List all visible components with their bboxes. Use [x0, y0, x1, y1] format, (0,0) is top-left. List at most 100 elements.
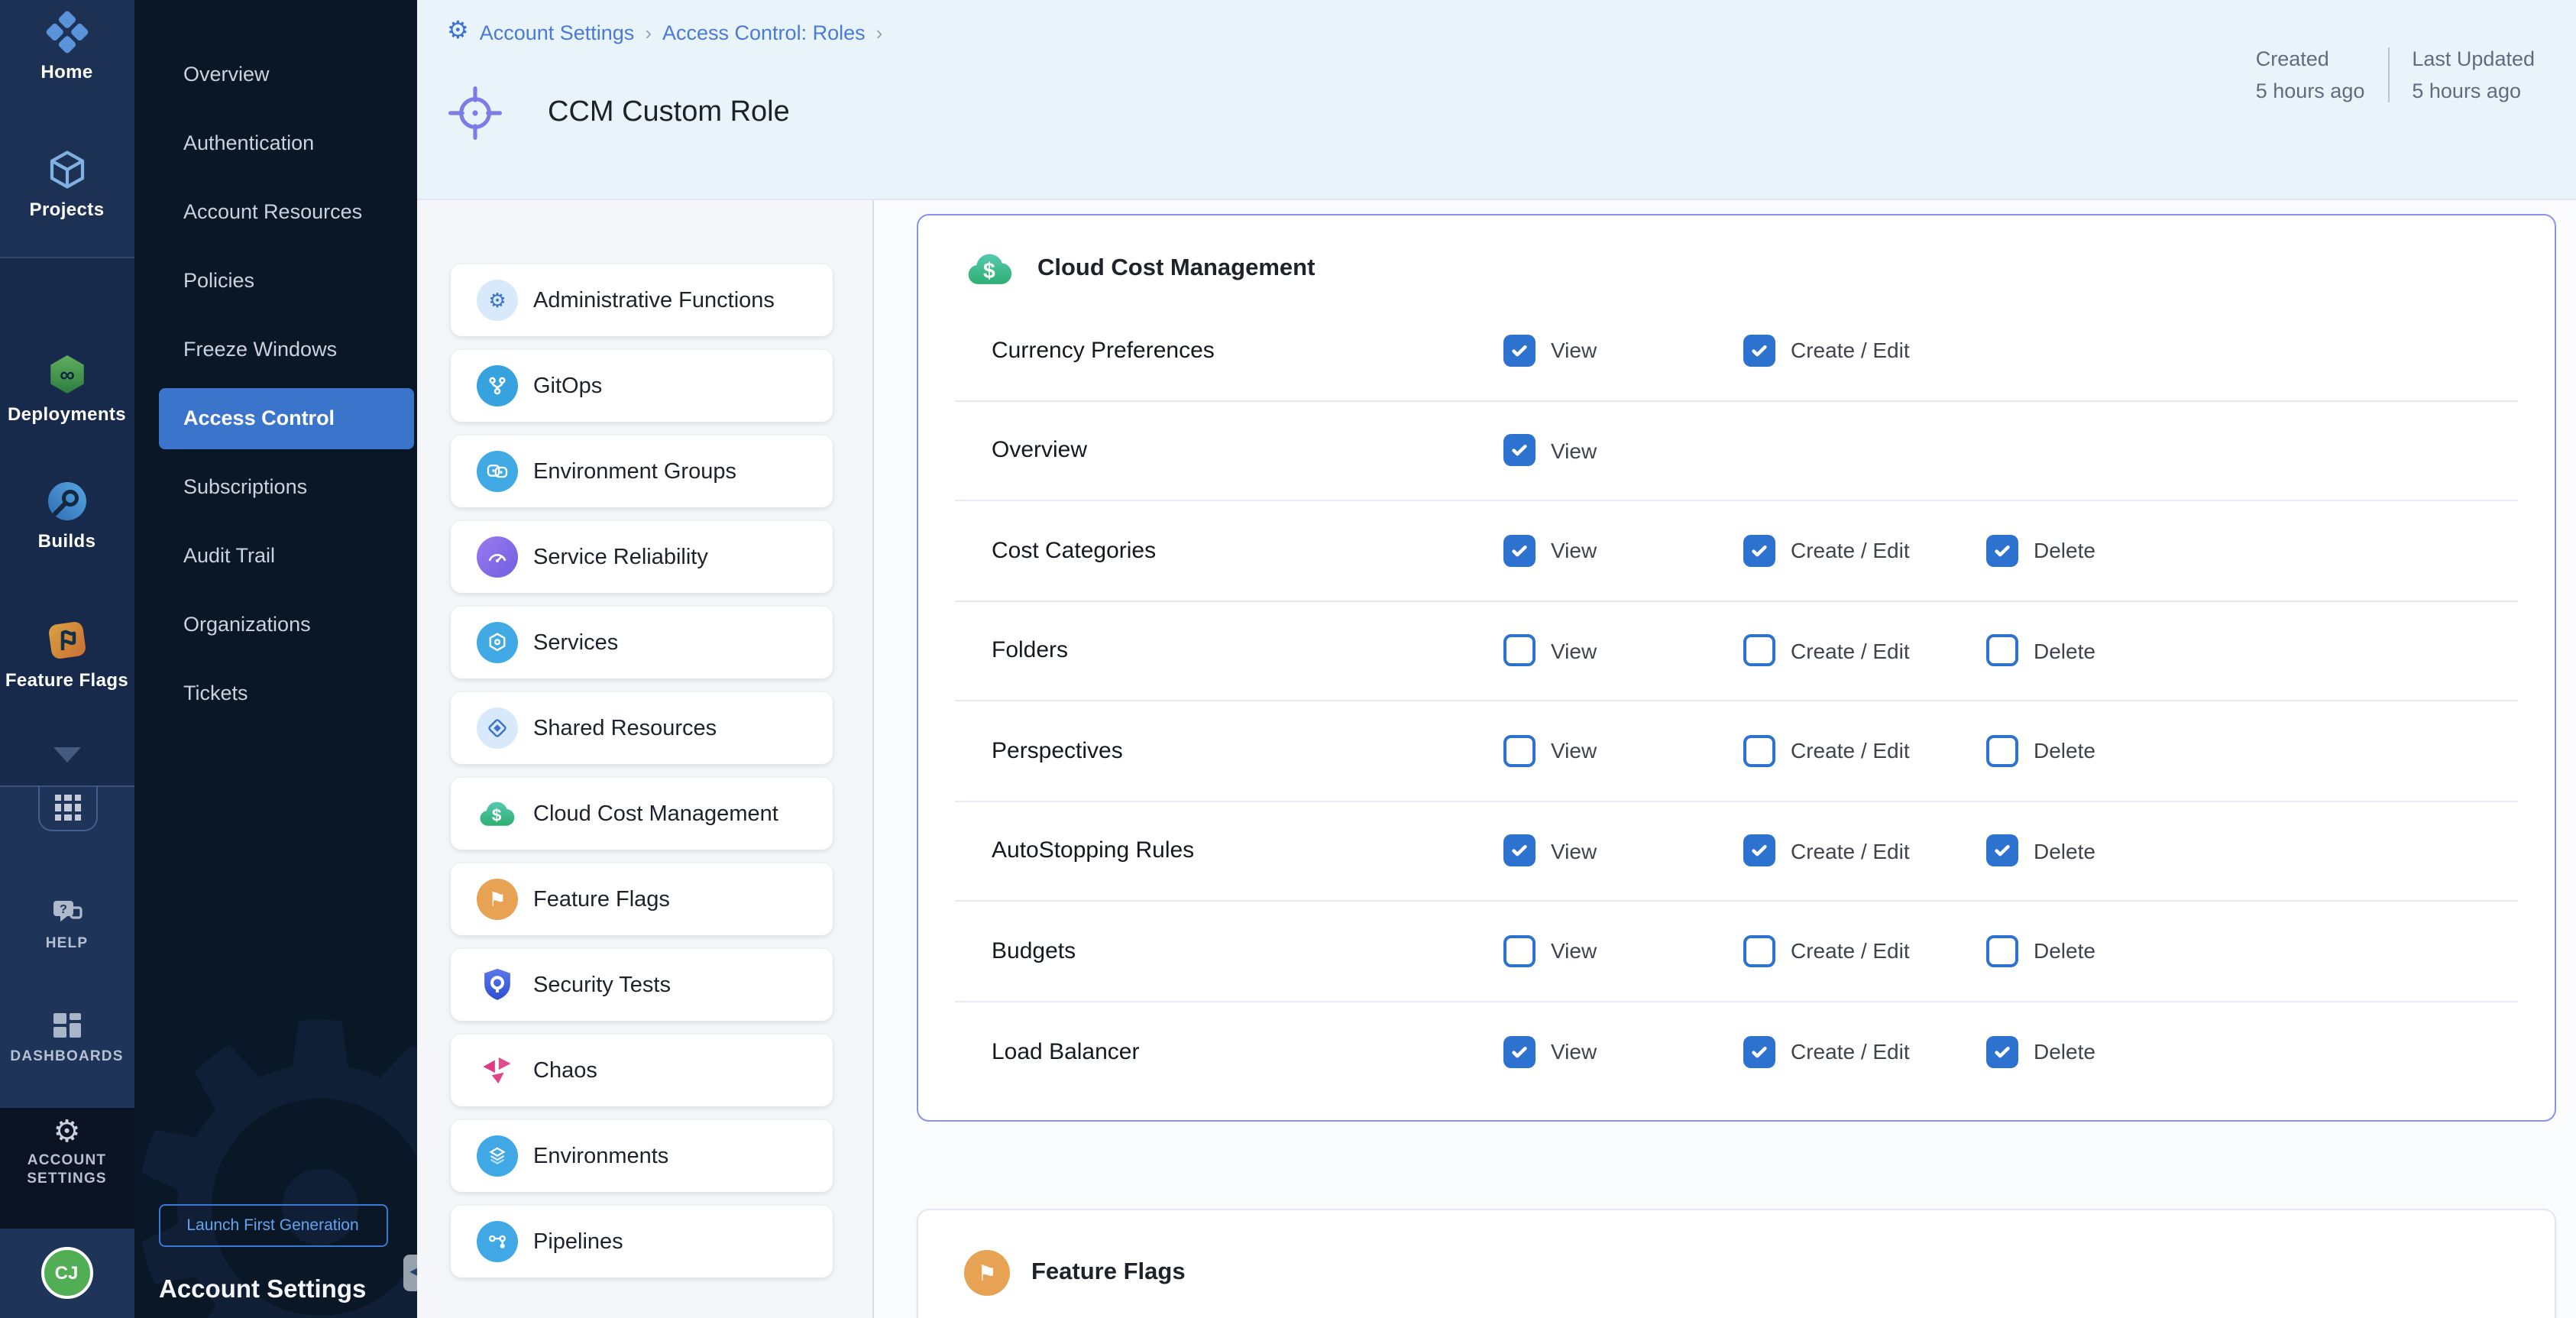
nav-label: DASHBOARDS	[10, 1048, 123, 1067]
module-item-environments[interactable]: Environments	[451, 1120, 833, 1192]
sidebar-item-access-control[interactable]: Access Control	[158, 387, 413, 449]
sidebar-item-freeze-windows[interactable]: Freeze Windows	[134, 315, 416, 384]
module-item-envgroups[interactable]: Environment Groups	[451, 436, 833, 507]
servicerel-icon	[477, 536, 518, 578]
sidebar-item-organizations[interactable]: Organizations	[134, 590, 416, 659]
breadcrumb-access-control-roles[interactable]: Access Control: Roles	[662, 21, 866, 44]
delete-cell: Delete	[1986, 935, 2518, 967]
nav-dashboards[interactable]: DASHBOARDS	[0, 1007, 134, 1067]
nav-account-settings[interactable]: ⚙ ACCOUNTSETTINGS	[0, 1117, 134, 1189]
apps-grid-button[interactable]	[38, 785, 98, 831]
title-row: CCM Custom Role	[445, 76, 790, 149]
admin-icon: ⚙	[477, 280, 518, 321]
create-checkbox[interactable]	[1743, 335, 1775, 367]
updated-label: Last Updated	[2412, 47, 2535, 70]
view-checkbox[interactable]	[1503, 835, 1536, 867]
view-checkbox[interactable]	[1503, 535, 1536, 567]
sidebar-item-authentication[interactable]: Authentication	[134, 108, 416, 177]
nav-deployments[interactable]: ∞Deployments	[0, 351, 134, 425]
module-item-ccm[interactable]: $Cloud Cost Management	[451, 778, 833, 850]
create-checkbox[interactable]	[1743, 635, 1775, 667]
svg-text:$: $	[492, 805, 502, 824]
permission-row: Cost CategoriesViewCreate / EditDelete	[955, 501, 2518, 601]
module-label: Environments	[533, 1144, 668, 1168]
view-cell: View	[1503, 635, 1743, 667]
sidebar-item-subscriptions[interactable]: Subscriptions	[134, 452, 416, 521]
gitops-icon	[477, 365, 518, 406]
view-checkbox[interactable]	[1503, 935, 1536, 967]
module-item-services[interactable]: Services	[451, 607, 833, 678]
create-checkbox[interactable]	[1743, 535, 1775, 567]
module-item-gitops[interactable]: GitOps	[451, 350, 833, 422]
nav-projects[interactable]: Projects	[0, 147, 134, 220]
feature-flags-card: ⚑ Feature Flags	[917, 1209, 2556, 1318]
dashboards-icon	[49, 1007, 86, 1044]
projects-icon	[44, 147, 90, 193]
module-item-servicerel[interactable]: Service Reliability	[451, 521, 833, 593]
checkbox-label: Create / Edit	[1791, 639, 1910, 663]
sidebar-item-tickets[interactable]: Tickets	[134, 659, 416, 727]
card-title: Cloud Cost Management	[1037, 255, 1315, 283]
module-item-admin[interactable]: ⚙Administrative Functions	[451, 264, 833, 336]
sidebar-item-audit-trail[interactable]: Audit Trail	[134, 521, 416, 590]
create-checkbox[interactable]	[1743, 835, 1775, 867]
breadcrumb-account-settings[interactable]: Account Settings	[480, 21, 635, 44]
sidebar-item-policies[interactable]: Policies	[134, 246, 416, 315]
view-checkbox[interactable]	[1503, 1036, 1536, 1068]
module-item-security[interactable]: Security Tests	[451, 949, 833, 1021]
delete-permission: Delete	[1986, 1036, 2518, 1068]
checkbox-label: Create / Edit	[1791, 839, 1910, 863]
nav-home[interactable]: Home	[0, 9, 134, 83]
permission-row: AutoStopping RulesViewCreate / EditDelet…	[955, 801, 2518, 902]
permissions-panel: $ Cloud Cost Management Currency Prefere…	[874, 200, 2576, 1318]
module-label: Security Tests	[533, 973, 671, 997]
delete-permission: Delete	[1986, 935, 2518, 967]
settings-sidebar: ⚙ OverviewAuthenticationAccount Resource…	[134, 0, 416, 1318]
create-checkbox[interactable]	[1743, 1036, 1775, 1068]
create-checkbox[interactable]	[1743, 735, 1775, 767]
create-permission: Create / Edit	[1743, 735, 1986, 767]
view-cell: View	[1503, 435, 1743, 467]
module-item-ffmod[interactable]: ⚑Feature Flags	[451, 863, 833, 935]
delete-checkbox[interactable]	[1986, 1036, 2018, 1068]
gear-watermark-icon: ⚙	[134, 959, 416, 1318]
delete-checkbox[interactable]	[1986, 635, 2018, 667]
security-icon	[477, 964, 518, 1006]
delete-cell: Delete	[1986, 835, 2518, 867]
delete-checkbox[interactable]	[1986, 535, 2018, 567]
checkbox-label: View	[1551, 739, 1597, 763]
sidebar-item-overview[interactable]: Overview	[134, 40, 416, 108]
delete-cell: Delete	[1986, 735, 2518, 767]
permission-row: FoldersViewCreate / EditDelete	[955, 601, 2518, 701]
module-label: Feature Flags	[533, 887, 670, 912]
nav-builds[interactable]: Builds	[0, 478, 134, 552]
module-item-chaos[interactable]: Chaos	[451, 1035, 833, 1106]
module-item-shared[interactable]: Shared Resources	[451, 692, 833, 764]
create-checkbox[interactable]	[1743, 935, 1775, 967]
view-checkbox[interactable]	[1503, 635, 1536, 667]
nav-label: Feature Flags	[5, 669, 128, 691]
create-permission: Create / Edit	[1743, 335, 1986, 367]
module-chevron-button[interactable]	[0, 747, 134, 763]
view-checkbox[interactable]	[1503, 435, 1536, 467]
module-item-pipelines[interactable]: Pipelines	[451, 1206, 833, 1278]
user-avatar[interactable]: CJ	[40, 1247, 92, 1299]
permission-row-label: Cost Categories	[992, 538, 1503, 564]
sidebar-item-account-resources[interactable]: Account Resources	[134, 177, 416, 246]
nav-help[interactable]: ?HELP	[0, 894, 134, 954]
launch-first-generation-button[interactable]: Launch First Generation	[158, 1203, 387, 1246]
view-checkbox[interactable]	[1503, 735, 1536, 767]
create-cell: Create / Edit	[1743, 935, 1986, 967]
checkbox-label: Create / Edit	[1791, 739, 1910, 763]
nav-feature-flags[interactable]: Feature Flags	[0, 617, 134, 691]
delete-checkbox[interactable]	[1986, 935, 2018, 967]
nav-label: Projects	[30, 199, 105, 220]
delete-checkbox[interactable]	[1986, 735, 2018, 767]
delete-permission: Delete	[1986, 535, 2518, 567]
view-cell: View	[1503, 935, 1743, 967]
delete-checkbox[interactable]	[1986, 835, 2018, 867]
sidebar-collapse-button[interactable]: ◀	[403, 1254, 416, 1290]
updated-value: 5 hours ago	[2412, 79, 2535, 102]
view-cell: View	[1503, 535, 1743, 567]
view-checkbox[interactable]	[1503, 335, 1536, 367]
